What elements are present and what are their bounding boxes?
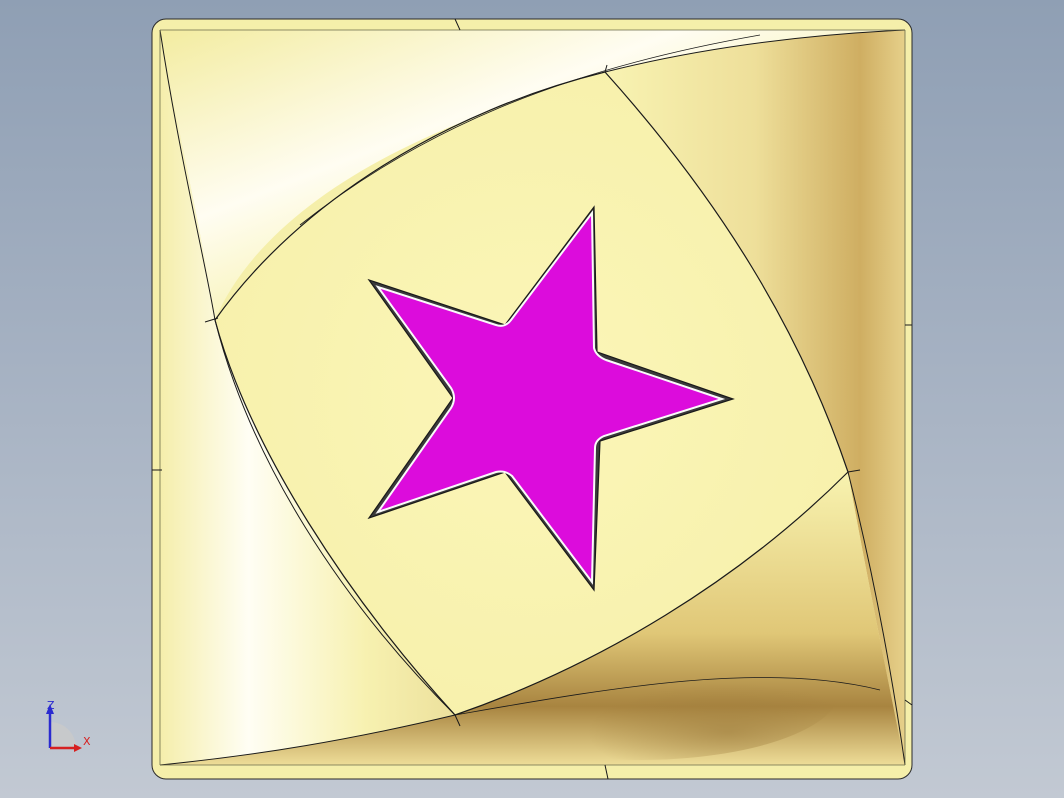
z-axis-label: Z [47,699,55,712]
graphics-viewport[interactable]: X Z [0,0,1064,798]
coordinate-triad: X Z [40,698,100,758]
triad-plane [50,722,76,748]
x-axis-arrow-icon [74,744,82,752]
model-view[interactable] [0,0,1064,798]
x-axis-label: X [83,735,91,748]
